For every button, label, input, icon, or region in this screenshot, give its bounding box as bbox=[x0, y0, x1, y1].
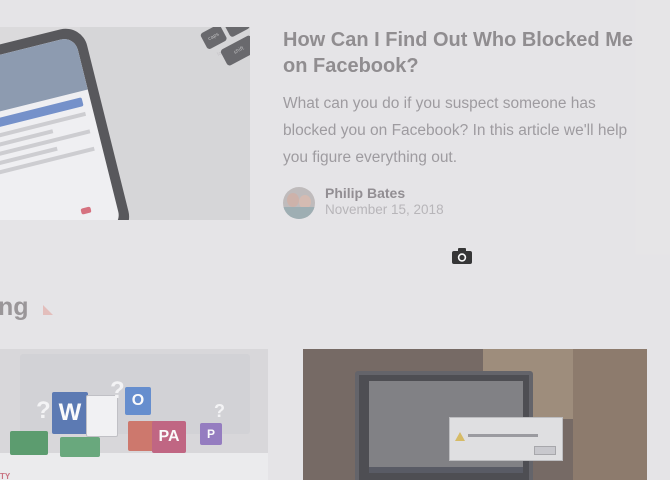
article-excerpt: What can you do if you suspect someone h… bbox=[283, 95, 628, 166]
monitor bbox=[355, 371, 563, 480]
avatar[interactable] bbox=[283, 187, 315, 219]
thumbnail-caption-strip bbox=[0, 453, 268, 480]
key: caps lock bbox=[199, 27, 228, 58]
camera-icon[interactable] bbox=[451, 247, 473, 265]
question-mark-icon: ? bbox=[214, 401, 225, 421]
dialog-text-line bbox=[468, 434, 538, 437]
excel-tile bbox=[10, 431, 48, 455]
category-label: TY bbox=[0, 472, 11, 480]
access-icon: PA bbox=[152, 421, 186, 453]
excel-tile bbox=[60, 437, 100, 457]
section-heading: ng bbox=[0, 293, 29, 321]
article-title[interactable]: How Can I Find Out Who Blocked Me on Fac… bbox=[283, 27, 653, 79]
outlook-icon: O bbox=[125, 387, 151, 415]
dialog-ok-button bbox=[534, 446, 556, 455]
bookmark-corner-icon bbox=[43, 305, 53, 315]
shelf bbox=[573, 349, 647, 480]
error-dialog bbox=[449, 417, 563, 461]
taskbar bbox=[369, 467, 523, 473]
warning-icon bbox=[455, 432, 465, 441]
monitor-screen bbox=[369, 381, 563, 473]
monitor-desk-thumbnail[interactable] bbox=[303, 349, 647, 480]
office-apps-thumbnail[interactable]: W O PA P ? ? ? TY bbox=[0, 349, 268, 480]
avatar-body bbox=[283, 207, 315, 219]
avatar-face bbox=[287, 193, 299, 207]
question-mark-icon: ? bbox=[36, 397, 51, 424]
word-icon: W bbox=[52, 392, 88, 434]
page: caps lock esc z x shift control option c… bbox=[0, 0, 670, 480]
article-thumbnail[interactable]: caps lock esc z x shift control option c… bbox=[0, 27, 250, 220]
question-mark-icon: ? bbox=[110, 377, 125, 404]
phone-red-badge bbox=[80, 206, 92, 215]
onenote-icon: P bbox=[200, 423, 222, 445]
author-name[interactable]: Philip Bates bbox=[325, 185, 405, 201]
keyboard-keys: caps lock esc z x shift control option c… bbox=[168, 27, 250, 123]
publish-date: November 15, 2018 bbox=[325, 202, 444, 217]
